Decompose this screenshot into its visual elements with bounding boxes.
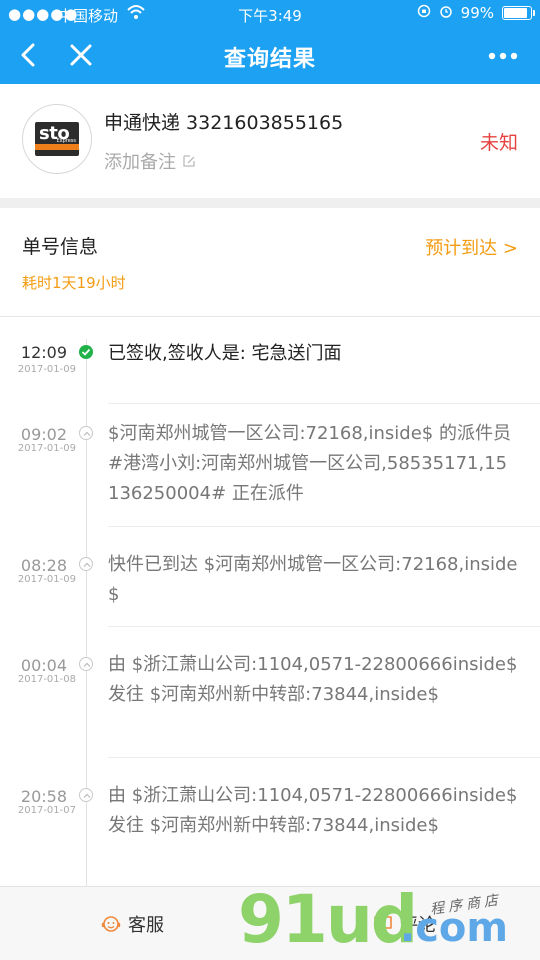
comment-button[interactable]: 评论 xyxy=(372,911,436,937)
nav-bar: 查询结果 xyxy=(0,28,540,84)
entry-time: 08:28 xyxy=(20,556,67,575)
sto-logo-icon: sto Express xyxy=(35,122,79,156)
entry-text: 快件已到达 $河南郑州城管一区公司:72168,inside$ xyxy=(108,554,518,605)
chevron-up-icon xyxy=(79,557,93,571)
eta-link[interactable]: 预计到达 > xyxy=(425,234,518,260)
more-dots-icon xyxy=(488,52,518,60)
entry-time: 20:58 xyxy=(20,787,67,806)
comment-label: 评论 xyxy=(400,915,436,936)
page: ●●●●● 中国移动 下午3:49 99% 查询结果 sto Express 申… xyxy=(0,0,540,960)
entry-date: 2017-01-07 xyxy=(17,805,76,816)
add-note-button[interactable]: 添加备注 xyxy=(104,148,196,174)
courier-logo: sto Express xyxy=(22,104,92,174)
close-button[interactable] xyxy=(66,40,96,70)
entry-time: 09:02 xyxy=(20,425,67,444)
status-right: 99% xyxy=(417,4,535,22)
rotation-lock-icon xyxy=(417,4,431,22)
entry-date: 2017-01-09 xyxy=(17,443,76,454)
battery-icon xyxy=(502,6,535,20)
more-button[interactable] xyxy=(486,42,520,70)
entry-text: $河南郑州城管一区公司:72168,inside$ 的派件员 #港湾小刘:河南郑… xyxy=(108,423,511,504)
alarm-icon xyxy=(439,4,453,22)
delivery-state: 未知 xyxy=(479,132,518,154)
courier-card: sto Express 申通快递 3321603855165 添加备注 未知 xyxy=(0,84,540,198)
check-icon xyxy=(79,345,93,359)
entry-text: 由 $浙江萧山公司:1104,0571-22800666inside$ 发往 $… xyxy=(108,654,518,705)
chevron-up-icon xyxy=(79,426,93,440)
entry-text: 已签收,签收人是: 宅急送门面 xyxy=(108,343,342,364)
add-note-label: 添加备注 xyxy=(104,152,176,173)
entry-text: 由 $浙江萧山公司:1104,0571-22800666inside$ 发往 $… xyxy=(108,785,518,836)
customer-service-button[interactable]: 客服 xyxy=(100,911,164,937)
close-icon xyxy=(70,44,92,66)
entry-date: 2017-01-09 xyxy=(17,364,76,375)
entry-time: 12:09 xyxy=(20,343,67,362)
service-label: 客服 xyxy=(128,915,164,936)
service-icon xyxy=(101,916,121,932)
entry-date: 2017-01-09 xyxy=(17,574,76,585)
tracking-info: 单号信息 预计到达 > 耗时1天19小时 xyxy=(0,208,540,317)
bottom-bar: 客服 评论 xyxy=(0,886,540,960)
chevron-up-icon xyxy=(79,788,93,802)
battery-percent: 99% xyxy=(460,4,494,22)
section-divider xyxy=(0,198,540,208)
tracking-timeline: 12:09 2017-01-09 已签收,签收人是: 宅急送门面 09:02 2… xyxy=(0,317,540,887)
back-button[interactable] xyxy=(14,40,44,70)
chevron-up-icon xyxy=(79,657,93,671)
tracking-info-heading: 单号信息 xyxy=(22,236,99,258)
timeline-line xyxy=(86,339,87,887)
chevron-left-icon xyxy=(21,43,35,67)
entry-time: 00:04 xyxy=(20,656,67,675)
elapsed-time: 耗时1天19小时 xyxy=(22,274,126,292)
edit-icon xyxy=(183,155,195,167)
status-bar: ●●●●● 中国移动 下午3:49 99% xyxy=(0,0,540,28)
comment-icon xyxy=(374,916,392,933)
courier-name-number: 申通快递 3321603855165 xyxy=(104,112,344,134)
entry-date: 2017-01-08 xyxy=(17,674,76,685)
